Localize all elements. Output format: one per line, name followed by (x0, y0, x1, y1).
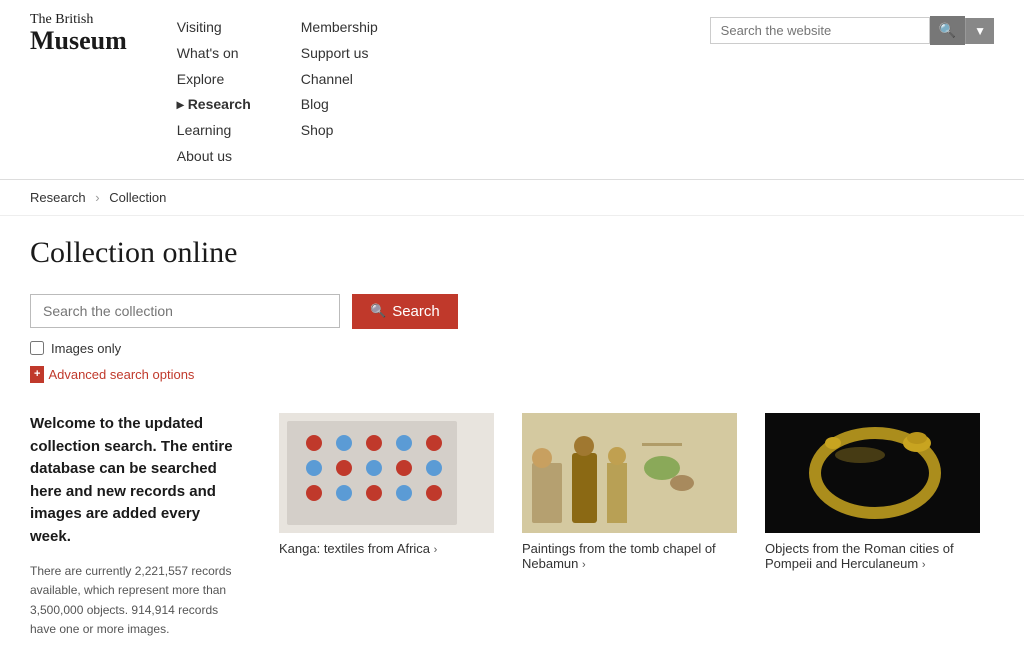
nav-shop[interactable]: Shop (301, 119, 378, 143)
nav-whats-on[interactable]: What's on (177, 42, 251, 66)
pompeii-pattern (765, 413, 980, 533)
website-search-button[interactable]: 🔍 (930, 16, 965, 45)
logo-museum: Museum (30, 27, 127, 56)
images-only-checkbox[interactable] (30, 341, 44, 355)
nav-membership[interactable]: Membership (301, 16, 378, 40)
nav-visiting[interactable]: Visiting (177, 16, 251, 40)
header-search-dropdown[interactable]: ▼ (965, 18, 994, 44)
nebamun-arrow: › (582, 559, 586, 571)
advanced-search-row: + Advanced search options (30, 364, 994, 383)
card-nebamun-image (522, 413, 737, 533)
nav-about-us[interactable]: About us (177, 145, 251, 169)
collection-search-button[interactable]: 🔍 Search (352, 294, 458, 329)
advanced-search-link[interactable]: + Advanced search options (30, 366, 194, 383)
card-nebamun-title[interactable]: Paintings from the tomb chapel of Nebamu… (522, 541, 737, 571)
nav-channel[interactable]: Channel (301, 68, 378, 92)
breadcrumb-collection: Collection (109, 190, 166, 205)
welcome-stats: There are currently 2,221,557 records av… (30, 562, 245, 639)
website-search-input[interactable] (710, 17, 930, 44)
header: The British Museum Visiting What's on Ex… (0, 0, 1024, 180)
nav-col-2: Membership Support us Channel Blog Shop (301, 16, 378, 169)
collection-search-input[interactable] (30, 294, 340, 328)
breadcrumb-research[interactable]: Research (30, 190, 86, 205)
nav-learning[interactable]: Learning (177, 119, 251, 143)
nav-support-us[interactable]: Support us (301, 42, 378, 66)
breadcrumb: Research › Collection (0, 180, 1024, 216)
images-only-row: Images only (30, 341, 994, 356)
advanced-search-label: Advanced search options (48, 367, 194, 382)
nebamun-pattern (522, 413, 737, 533)
card-nebamun: Paintings from the tomb chapel of Nebamu… (508, 413, 751, 639)
featured-cards: Kanga: textiles from Africa › (265, 413, 994, 639)
search-button-label: Search (392, 303, 440, 320)
logo[interactable]: The British Museum (30, 12, 127, 56)
card-kanga-image (279, 413, 494, 533)
card-pompeii: Objects from the Roman cities of Pompeii… (751, 413, 994, 639)
welcome-text: Welcome to the updated collection search… (30, 413, 265, 639)
nav-research[interactable]: ▸ Research (177, 93, 251, 117)
header-search: 🔍 ▼ (710, 16, 994, 45)
welcome-heading: Welcome to the updated collection search… (30, 413, 245, 548)
images-only-label[interactable]: Images only (51, 341, 121, 356)
page-title: Collection online (30, 236, 994, 270)
feature-section: Welcome to the updated collection search… (30, 413, 994, 639)
card-kanga: Kanga: textiles from Africa › (265, 413, 508, 639)
nav-blog[interactable]: Blog (301, 93, 378, 117)
card-pompeii-title[interactable]: Objects from the Roman cities of Pompeii… (765, 541, 980, 571)
nav-col-1: Visiting What's on Explore ▸ Research Le… (177, 16, 251, 169)
card-kanga-title[interactable]: Kanga: textiles from Africa › (279, 541, 494, 556)
kanga-arrow: › (434, 544, 438, 556)
breadcrumb-separator: › (95, 190, 99, 205)
main-nav: Visiting What's on Explore ▸ Research Le… (177, 12, 710, 169)
pompeii-arrow: › (922, 559, 926, 571)
search-button-icon: 🔍 (370, 303, 386, 319)
advanced-plus-icon: + (30, 366, 44, 383)
kanga-pattern (279, 413, 494, 533)
logo-the: The British (30, 12, 127, 27)
card-pompeii-image (765, 413, 980, 533)
collection-search-form: 🔍 Search (30, 294, 994, 329)
main-content: Collection online 🔍 Search Images only +… (0, 216, 1024, 669)
nav-explore[interactable]: Explore (177, 68, 251, 92)
